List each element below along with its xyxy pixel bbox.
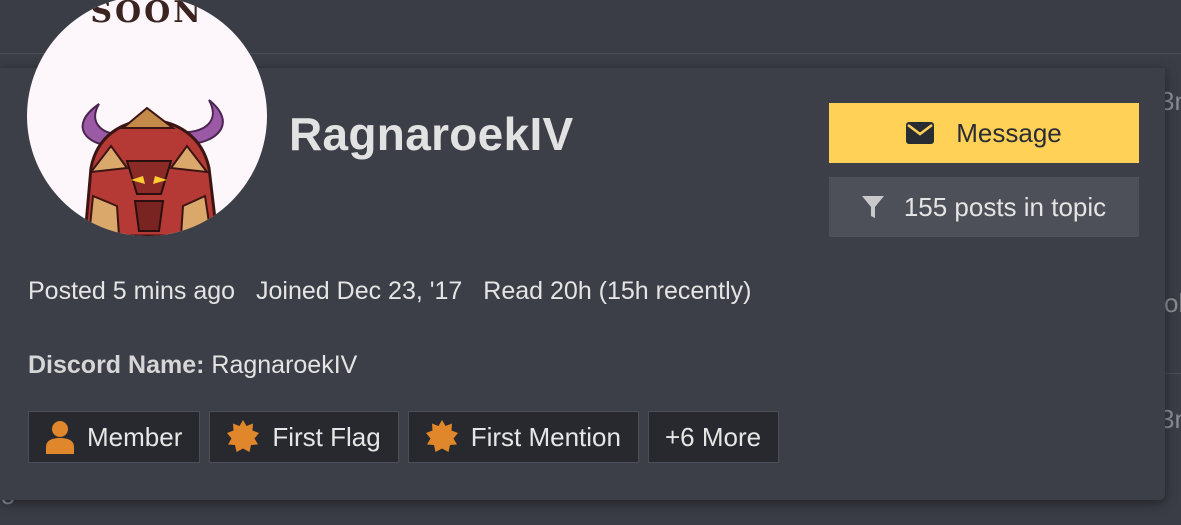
joined-date: Joined Dec 23, '17 [256,277,463,305]
more-badges-button[interactable]: +6 More [647,411,780,463]
discord-field: Discord Name: RagnaroekIV [28,351,357,380]
badge-certificate-icon [425,420,459,454]
badge-label: +6 More [664,421,762,452]
badge-label: First Flag [272,421,381,452]
badge-list: Member First Flag First Mention +6 More [28,411,780,463]
username[interactable]: RagnaroekIV [289,107,574,161]
envelope-icon [906,122,935,144]
badge-first-mention[interactable]: First Mention [407,411,639,463]
badge-member[interactable]: Member [28,411,201,463]
filter-posts-button[interactable]: 155 posts in topic [829,177,1139,237]
discord-label: Discord Name: [28,351,205,379]
message-button[interactable]: Message [829,103,1139,163]
badge-first-flag[interactable]: First Flag [209,411,399,463]
discord-value: RagnaroekIV [211,351,358,379]
user-meta: Posted 5 mins ago Joined Dec 23, '17 Rea… [28,277,766,306]
message-button-label: Message [956,117,1062,148]
user-icon [45,420,75,454]
filter-posts-label: 155 posts in topic [903,191,1107,222]
posted-time: Posted 5 mins ago [28,277,236,305]
badge-certificate-icon [226,420,260,454]
badge-label: Member [87,421,183,452]
badge-label: First Mention [470,421,621,452]
read-time: Read 20h (15h recently) [483,277,752,305]
background-text-fragment: oly [1164,288,1181,318]
avatar-caption: SOON [90,0,203,30]
avatar[interactable]: SOON [27,0,267,236]
filter-icon [861,196,884,218]
